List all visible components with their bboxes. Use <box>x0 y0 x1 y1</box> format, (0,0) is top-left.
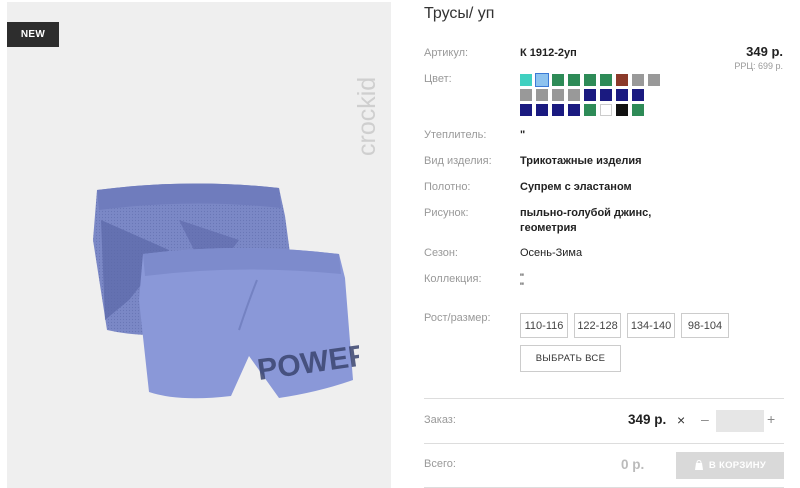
color-swatch[interactable] <box>584 74 596 86</box>
color-swatch[interactable] <box>632 104 644 116</box>
size-option-134-140[interactable]: 134-140 <box>627 313 675 338</box>
add-to-cart-button[interactable]: В КОРЗИНУ <box>676 452 784 479</box>
article-label: Артикул: <box>424 47 469 59</box>
pattern-value-line-1: пыльно-голубой джинс, <box>520 207 652 219</box>
article-value: К 1912-2уп <box>520 47 577 59</box>
season-value: Осень-Зима <box>520 247 583 259</box>
type-value: Трикотажные изделия <box>520 155 642 167</box>
color-swatch[interactable] <box>600 74 612 86</box>
color-swatch[interactable] <box>616 74 628 86</box>
fabric-label: Полотно: <box>424 181 471 193</box>
color-swatch[interactable] <box>568 89 580 101</box>
divider <box>424 398 784 399</box>
total-price: 0 р. <box>621 457 645 472</box>
fabric-value: Супрем с эластаном <box>520 181 632 193</box>
rrp-price: РРЦ: 699 р. <box>734 61 783 71</box>
pattern-value-line-2: геометрия <box>520 222 577 234</box>
color-label: Цвет: <box>424 73 452 85</box>
decrease-quantity-button[interactable]: – <box>701 411 709 427</box>
color-swatch[interactable] <box>520 89 532 101</box>
color-swatch[interactable] <box>584 89 596 101</box>
product-gallery: NEW crockid POWER <box>7 2 391 488</box>
new-badge: NEW <box>7 22 59 47</box>
times-icon: × <box>677 412 686 428</box>
color-swatch[interactable] <box>632 74 644 86</box>
insulation-value: " <box>520 129 526 141</box>
type-label: Вид изделия: <box>424 155 492 167</box>
color-swatch[interactable] <box>535 73 549 87</box>
size-label: Рост/размер: <box>424 312 491 324</box>
color-swatch[interactable] <box>536 89 548 101</box>
color-swatch[interactable] <box>600 104 612 116</box>
color-swatch[interactable] <box>552 89 564 101</box>
color-swatch[interactable] <box>568 74 580 86</box>
size-option-122-128[interactable]: 122-128 <box>574 313 621 338</box>
color-swatch[interactable] <box>568 104 580 116</box>
color-swatch[interactable] <box>536 104 548 116</box>
brand-watermark-text: crockid <box>353 77 381 156</box>
divider <box>424 443 784 444</box>
color-swatch[interactable] <box>520 104 532 116</box>
order-price: 349 р. <box>628 412 667 427</box>
color-swatch[interactable] <box>600 89 612 101</box>
size-option-110-116[interactable]: 110-116 <box>520 313 568 338</box>
quantity-input[interactable] <box>716 410 764 432</box>
color-swatch[interactable] <box>552 74 564 86</box>
select-all-button[interactable]: ВЫБРАТЬ ВСЕ <box>520 345 621 372</box>
brand-watermark: crockid <box>353 77 381 156</box>
total-label: Всего: <box>424 458 456 470</box>
size-option-98-104[interactable]: 98-104 <box>681 313 729 338</box>
color-swatch[interactable] <box>584 104 596 116</box>
insulation-label: Утеплитель: <box>424 129 487 141</box>
color-swatch[interactable] <box>616 89 628 101</box>
color-swatch[interactable] <box>520 74 532 86</box>
season-label: Сезон: <box>424 247 458 259</box>
pattern-label: Рисунок: <box>424 207 469 219</box>
color-swatch[interactable] <box>648 74 660 86</box>
collection-value-line-2: " <box>520 281 524 293</box>
cart-icon <box>694 460 703 470</box>
product-image[interactable]: POWER <box>89 180 359 440</box>
color-swatch[interactable] <box>616 104 628 116</box>
color-swatch[interactable] <box>552 104 564 116</box>
color-swatch[interactable] <box>632 89 644 101</box>
collection-label: Коллекция: <box>424 273 482 285</box>
add-to-cart-label: В КОРЗИНУ <box>708 460 767 471</box>
product-price: 349 р. <box>746 44 783 59</box>
product-title: Трусы/ уп <box>424 5 495 22</box>
order-label: Заказ: <box>424 414 456 426</box>
increase-quantity-button[interactable]: + <box>767 411 775 427</box>
